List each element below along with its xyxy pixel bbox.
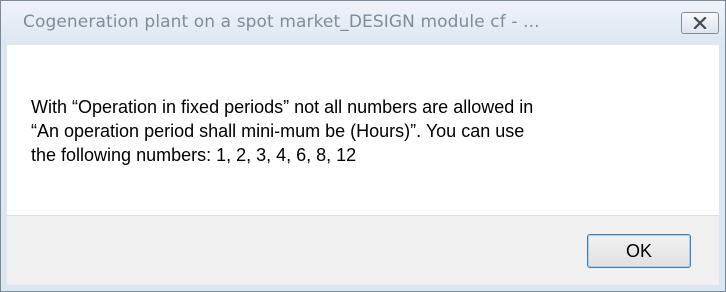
message-area: With “Operation in fixed periods” not al… — [7, 45, 719, 215]
close-x-icon — [693, 17, 707, 29]
ok-button[interactable]: OK — [587, 234, 691, 268]
message-line: the following numbers: 1, 2, 3, 4, 6, 8,… — [31, 145, 357, 165]
message-text: With “Operation in fixed periods” not al… — [31, 95, 711, 167]
title-bar[interactable]: Cogeneration plant on a spot market_DESI… — [1, 1, 725, 45]
message-line: With “Operation in fixed periods” not al… — [31, 97, 534, 117]
button-bar: OK — [7, 215, 719, 285]
close-button[interactable] — [681, 12, 719, 34]
message-line: “An operation period shall mini-mum be (… — [31, 121, 525, 141]
message-dialog: Cogeneration plant on a spot market_DESI… — [0, 0, 726, 292]
window-title: Cogeneration plant on a spot market_DESI… — [23, 12, 540, 32]
